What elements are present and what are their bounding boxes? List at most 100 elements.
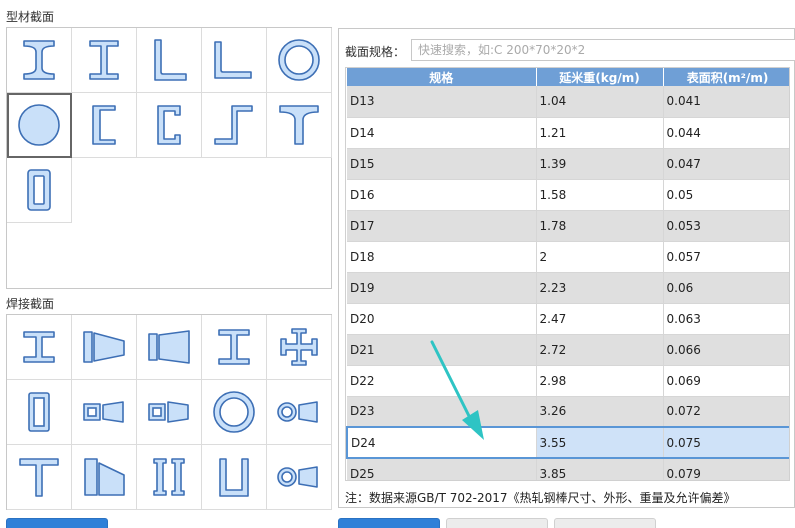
spec-table-container[interactable]: 规格 延米重(kg/m) 表面积(m²/m) D13 1.04 0.041 D14 1.…	[345, 67, 790, 481]
cell-spec: D20	[347, 303, 537, 335]
col-header-spec[interactable]: 规格	[347, 68, 537, 86]
angle-lipped-icon	[214, 41, 252, 79]
round-tube-icon	[278, 39, 320, 81]
weld-box-tapered-2[interactable]	[137, 380, 202, 445]
cell-weight: 3.85	[536, 458, 664, 480]
cell-weight: 2	[536, 241, 664, 273]
t-section-icon	[279, 105, 319, 145]
tube-tapered-icon	[277, 401, 318, 423]
cell-weight: 2.72	[536, 334, 664, 366]
welded-channel-icon	[219, 458, 249, 497]
cell-area: 0.05	[663, 179, 789, 211]
add-custom-section-button[interactable]	[338, 518, 440, 528]
weld-h-beam[interactable]	[202, 315, 267, 380]
welded-t-icon	[19, 458, 59, 497]
cell-area: 0.066	[663, 334, 789, 366]
cell-area: 0.079	[663, 458, 789, 480]
profile-round-tube[interactable]	[267, 28, 332, 93]
z-section-icon	[214, 105, 253, 145]
cell-spec: D16	[347, 179, 537, 211]
weld-tapered-t[interactable]	[72, 445, 137, 510]
table-row[interactable]: D19 2.23 0.06	[347, 272, 789, 304]
profile-channel[interactable]	[72, 93, 137, 158]
cell-area: 0.053	[663, 210, 789, 242]
profile-section-title: 型材截面	[6, 10, 55, 24]
table-row[interactable]: D15 1.39 0.047	[347, 148, 789, 180]
edit-custom-section-button[interactable]	[446, 518, 548, 528]
profile-i-beam[interactable]	[7, 28, 72, 93]
cell-weight: 2.23	[536, 272, 664, 304]
cell-spec: D25	[347, 458, 537, 480]
round-bar-icon	[18, 104, 60, 146]
weld-tube-tapered[interactable]	[267, 380, 332, 445]
profile-rect-tube[interactable]	[7, 158, 72, 223]
weld-box[interactable]	[7, 380, 72, 445]
profile-angle[interactable]	[137, 28, 202, 93]
table-row[interactable]: D22 2.98 0.069	[347, 365, 789, 397]
col-header-area[interactable]: 表面积(m²/m)	[663, 68, 789, 86]
view-profile-library-button[interactable]	[6, 518, 108, 528]
tapered-i-beam-icon	[83, 331, 125, 363]
profile-narrow-i-beam[interactable]	[72, 28, 137, 93]
cell-area: 0.069	[663, 365, 789, 397]
table-row[interactable]: D14 1.21 0.044	[347, 117, 789, 149]
cell-spec: D19	[347, 272, 537, 304]
delete-custom-section-button[interactable]	[554, 518, 656, 528]
profile-round-bar[interactable]	[7, 93, 72, 158]
table-row[interactable]: D16 1.58 0.05	[347, 179, 789, 211]
cell-area: 0.057	[663, 241, 789, 273]
table-row[interactable]: D17 1.78 0.053	[347, 210, 789, 242]
cell-weight: 1.78	[536, 210, 664, 242]
weld-oval-tapered[interactable]	[267, 445, 332, 510]
cell-area: 0.06	[663, 272, 789, 304]
weld-section-grid	[6, 314, 332, 510]
weld-t-section[interactable]	[7, 445, 72, 510]
cell-area: 0.044	[663, 117, 789, 149]
table-row[interactable]: D24 3.55 0.075	[346, 426, 789, 459]
search-input[interactable]	[411, 39, 795, 61]
weld-tapered-i-beam[interactable]	[72, 315, 137, 380]
table-row[interactable]: D25 3.85 0.079	[347, 458, 789, 480]
cell-spec: D24	[346, 426, 537, 459]
table-row[interactable]: D20 2.47 0.063	[347, 303, 789, 335]
table-row[interactable]: D18 2 0.057	[347, 241, 789, 273]
profile-t-section[interactable]	[267, 93, 332, 158]
weld-channel[interactable]	[202, 445, 267, 510]
welded-i-beam-icon	[23, 331, 55, 363]
cell-weight: 1.21	[536, 117, 664, 149]
welded-round-tube-icon	[213, 391, 255, 433]
profile-z-section[interactable]	[202, 93, 267, 158]
profile-c-channel[interactable]	[137, 93, 202, 158]
welded-h-beam-icon	[218, 329, 250, 365]
weld-double-channel[interactable]	[137, 445, 202, 510]
weld-round-tube[interactable]	[202, 380, 267, 445]
weld-cross-section[interactable]	[267, 315, 332, 380]
rect-tube-icon	[27, 169, 51, 211]
cell-weight: 1.58	[536, 179, 664, 211]
col-header-weight[interactable]: 延米重(kg/m)	[536, 68, 664, 86]
tapered-i-beam-2-icon	[148, 330, 190, 364]
cell-spec: D15	[347, 148, 537, 180]
cell-area: 0.075	[663, 426, 789, 459]
profile-section-grid	[6, 27, 332, 289]
tapered-t-icon	[84, 458, 125, 496]
table-row[interactable]: D21 2.72 0.066	[347, 334, 789, 366]
table-row[interactable]: D23 3.26 0.072	[347, 396, 789, 428]
cell-weight: 3.55	[536, 426, 664, 459]
cell-spec: D21	[347, 334, 537, 366]
profile-angle-lipped[interactable]	[202, 28, 267, 93]
i-beam-icon	[23, 40, 55, 80]
narrow-i-beam-icon	[89, 40, 119, 80]
angle-icon	[154, 39, 187, 81]
table-row[interactable]: D13 1.04 0.041	[347, 86, 789, 118]
search-label: 截面规格：	[345, 45, 406, 59]
double-channel-icon	[153, 458, 185, 496]
cell-area: 0.047	[663, 148, 789, 180]
weld-i-beam[interactable]	[7, 315, 72, 380]
weld-box-tapered[interactable]	[72, 380, 137, 445]
weld-tapered-i-beam-2[interactable]	[137, 315, 202, 380]
cell-weight: 2.47	[536, 303, 664, 335]
spec-panel: 截面规格： 规格 延米重(kg/m) 表面积(m²/m) D131.040.04…	[338, 28, 795, 508]
cell-weight: 3.26	[536, 396, 664, 428]
table-header-row: 规格 延米重(kg/m) 表面积(m²/m)	[347, 68, 789, 86]
